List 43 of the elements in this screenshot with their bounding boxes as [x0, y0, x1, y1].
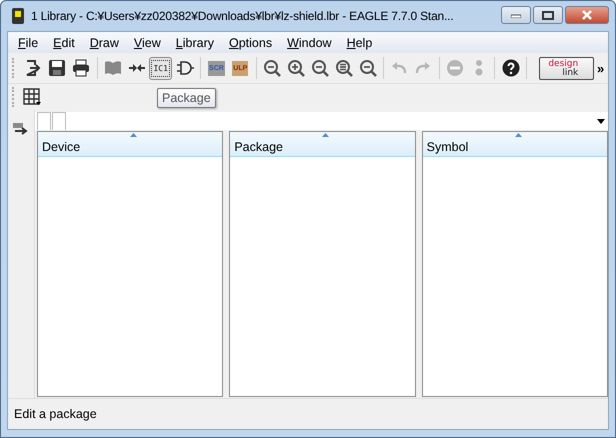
close-button[interactable]: [565, 6, 609, 24]
menu-item[interactable]: Options: [221, 36, 280, 50]
menu-item[interactable]: File: [10, 36, 46, 50]
menu-item[interactable]: Library: [168, 36, 221, 50]
sort-arrow-icon: [514, 133, 522, 137]
column-title: Device: [42, 140, 80, 154]
gate-icon: [176, 59, 194, 77]
status-text: Edit a package: [14, 407, 97, 421]
zoom-in-icon: [287, 59, 305, 77]
column-title: Symbol: [426, 140, 468, 154]
window-title: 1 Library - C:¥Users¥zz020382¥Downloads¥lbr¥lz-shield.lbr - EAGLE 7.7.0 Stan...: [31, 9, 454, 23]
grid-icon[interactable]: [23, 88, 41, 106]
dropdown-caret-icon: [597, 119, 605, 124]
menu-item[interactable]: Window: [279, 36, 339, 50]
menu-item[interactable]: Edit: [45, 36, 82, 50]
zoom-redraw-icon: [334, 59, 353, 77]
book-icon: [104, 59, 122, 77]
print-icon: [72, 59, 90, 77]
tooltip: Package: [157, 88, 216, 108]
overflow-button[interactable]: »: [594, 60, 606, 76]
column-header[interactable]: Package: [230, 132, 415, 157]
close-icon: [581, 10, 593, 20]
package-button[interactable]: IC1: [149, 56, 172, 80]
column-header[interactable]: Symbol: [422, 132, 607, 157]
stop-icon: [446, 59, 464, 77]
minimize-icon: [511, 12, 521, 18]
exit-icon: [24, 59, 42, 77]
help-icon: [502, 59, 520, 77]
minimize-button[interactable]: [501, 6, 531, 24]
column-title: Package: [234, 140, 283, 154]
move-icon[interactable]: [12, 122, 30, 136]
column-header[interactable]: Device: [38, 132, 222, 157]
design-link-button[interactable]: design link: [539, 56, 594, 80]
menu-item[interactable]: View: [126, 36, 168, 50]
zoom-out-icon: [310, 59, 329, 77]
maximize-icon: [542, 10, 554, 20]
maximize-button[interactable]: [533, 6, 563, 24]
app-icon: [11, 7, 25, 25]
sort-arrow-icon: [130, 133, 138, 137]
sort-arrow-icon: [322, 133, 330, 137]
menu-item[interactable]: Help: [338, 36, 380, 50]
menu-item[interactable]: Draw: [82, 36, 126, 50]
save-icon: [48, 59, 66, 77]
